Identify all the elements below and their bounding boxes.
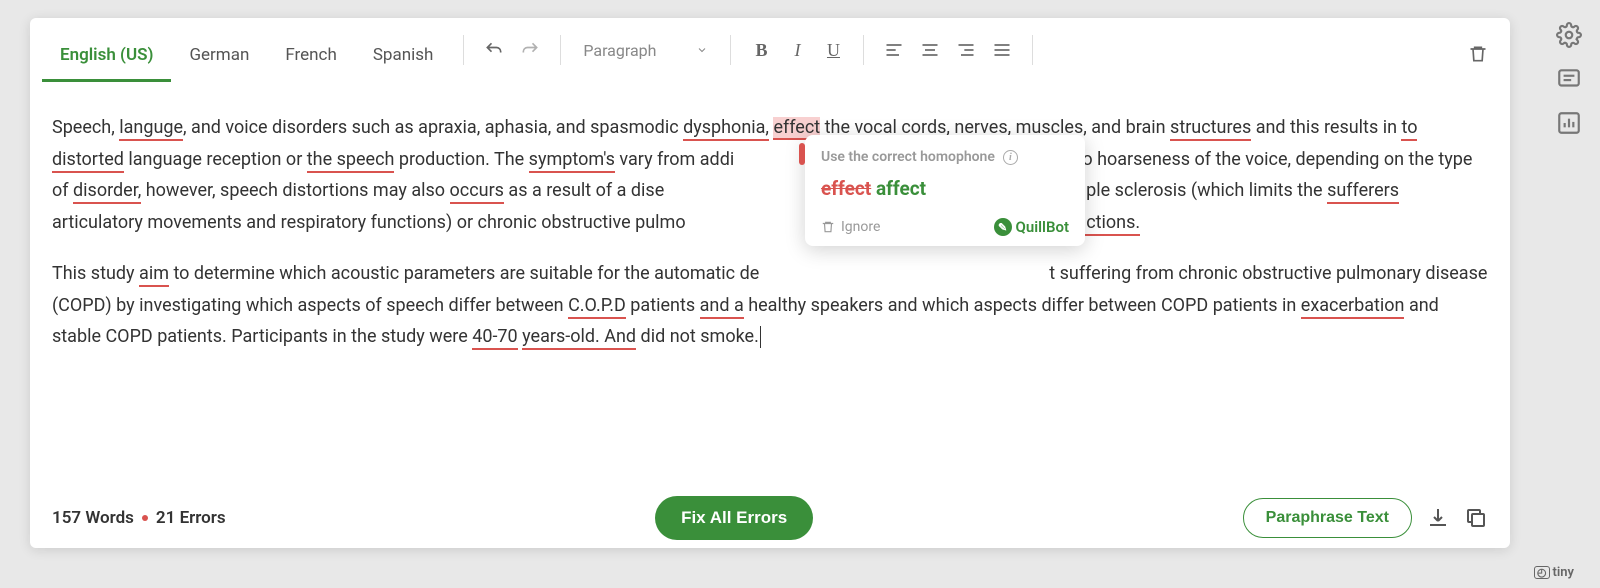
error-count: 21 Errors — [156, 508, 226, 528]
ignore-button[interactable]: Ignore — [821, 219, 880, 235]
editor-footer: 157 Words 21 Errors Fix All Errors Parap… — [30, 488, 1510, 548]
undo-button[interactable] — [476, 32, 512, 68]
footer-stats: 157 Words 21 Errors — [52, 508, 226, 528]
popup-suggestion[interactable]: effect affect — [821, 177, 1069, 200]
toolbar-separator — [730, 35, 731, 65]
popup-footer: Ignore ✎ QuillBot — [821, 214, 1069, 236]
lang-tab-english[interactable]: English (US) — [42, 31, 171, 82]
lang-tab-german[interactable]: German — [171, 31, 267, 82]
comments-icon[interactable] — [1556, 66, 1582, 92]
toolbar: English (US) German French Spanish Parag… — [30, 18, 1510, 82]
toolbar-separator — [560, 35, 561, 65]
popup-right-word: affect — [876, 177, 926, 200]
quillbot-icon: ✎ — [994, 218, 1012, 236]
align-center-button[interactable] — [912, 32, 948, 68]
editor-content[interactable]: Speech, languge, and voice disorders suc… — [30, 82, 1510, 488]
format-select[interactable]: Paragraph — [573, 35, 718, 66]
analytics-icon[interactable] — [1556, 110, 1582, 136]
dot-separator — [142, 515, 148, 521]
underline-button[interactable]: U — [815, 32, 851, 68]
error-structures[interactable]: structures — [1170, 117, 1251, 141]
suggestion-popup: Use the correct homophone i effect affec… — [805, 135, 1085, 246]
error-exacerbation[interactable]: exacerbation — [1301, 295, 1405, 319]
error-and-a[interactable]: and a — [700, 295, 744, 319]
redo-button[interactable] — [512, 32, 548, 68]
lang-tab-french[interactable]: French — [267, 31, 354, 82]
tiny-icon: ◴ — [1534, 566, 1550, 579]
popup-title: Use the correct homophone — [821, 149, 995, 165]
error-languge[interactable]: languge — [119, 117, 183, 141]
copy-icon[interactable] — [1464, 506, 1488, 530]
error-years-old-and[interactable]: years-old. And — [522, 326, 636, 350]
settings-icon[interactable] — [1556, 22, 1582, 48]
chevron-down-icon — [696, 44, 708, 56]
fix-all-errors-button[interactable]: Fix All Errors — [655, 496, 813, 540]
error-copd[interactable]: C.O.P.D — [568, 295, 626, 319]
error-the-speech[interactable]: the speech — [307, 149, 395, 173]
download-icon[interactable] — [1426, 506, 1450, 530]
error-sufferers[interactable]: sufferers — [1327, 180, 1399, 204]
ignore-label: Ignore — [841, 219, 880, 235]
editor-card: English (US) German French Spanish Parag… — [30, 18, 1510, 548]
error-symptoms[interactable]: symptom's — [529, 149, 615, 173]
paraphrase-text-button[interactable]: Paraphrase Text — [1243, 498, 1412, 538]
info-icon[interactable]: i — [1003, 150, 1018, 165]
format-select-label: Paragraph — [583, 41, 656, 60]
align-right-button[interactable] — [948, 32, 984, 68]
toolbar-separator — [463, 35, 464, 65]
error-aim[interactable]: aim — [139, 263, 169, 287]
toolbar-separator — [1032, 35, 1033, 65]
toolbar-separator — [863, 35, 864, 65]
delete-button[interactable] — [1460, 36, 1496, 72]
right-rail — [1556, 22, 1582, 136]
align-justify-button[interactable] — [984, 32, 1020, 68]
paragraph-1[interactable]: Speech, languge, and voice disorders suc… — [52, 112, 1488, 238]
error-dysphonia[interactable]: dysphonia, — [683, 117, 769, 141]
text-cursor — [760, 326, 761, 348]
popup-marker — [799, 143, 805, 165]
italic-button[interactable]: I — [779, 32, 815, 68]
error-disorder[interactable]: disorder, — [73, 180, 141, 204]
word-count: 157 Words — [52, 508, 134, 528]
popup-wrong-word: effect — [821, 177, 871, 200]
lang-tab-spanish[interactable]: Spanish — [355, 31, 452, 82]
paragraph-2[interactable]: This study aim to determine which acoust… — [52, 258, 1488, 353]
trash-icon — [821, 220, 835, 234]
error-40-70[interactable]: 40-70 — [472, 326, 517, 350]
tiny-brand[interactable]: ◴ tiny — [1534, 565, 1574, 580]
quillbot-label: QuillBot — [1016, 218, 1069, 236]
bold-button[interactable]: B — [743, 32, 779, 68]
tiny-label: tiny — [1553, 565, 1574, 580]
language-tabs: English (US) German French Spanish — [42, 18, 451, 82]
quillbot-brand[interactable]: ✎ QuillBot — [994, 218, 1069, 236]
popup-title-row: Use the correct homophone i — [821, 149, 1069, 165]
error-occurs[interactable]: occurs — [450, 180, 504, 204]
align-left-button[interactable] — [876, 32, 912, 68]
